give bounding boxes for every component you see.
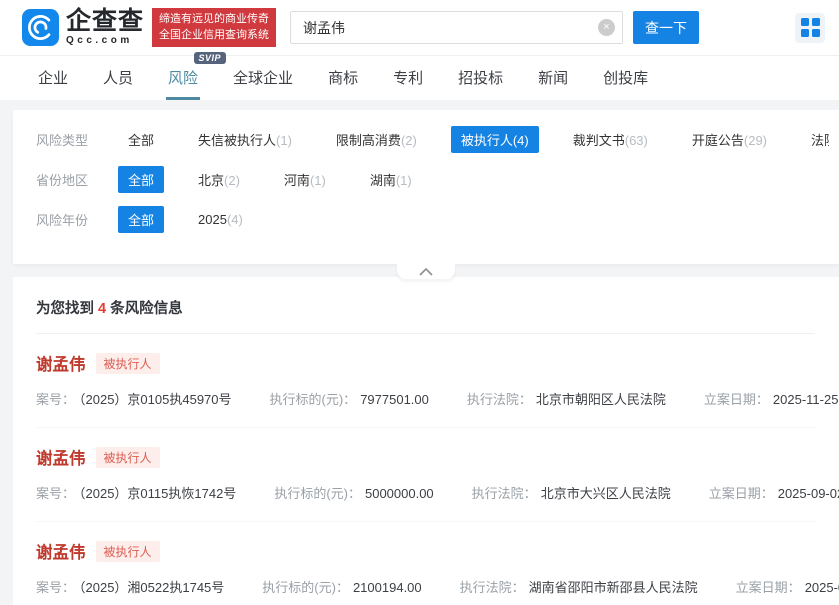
- tab-global-company[interactable]: 全球企业: [231, 57, 295, 100]
- filter-option-court-session[interactable]: 开庭公告(29): [682, 126, 777, 153]
- filter-label: 风险类型: [36, 130, 118, 149]
- execution-court: 湖南省邵阳市新邵县人民法院: [529, 580, 698, 595]
- search-button[interactable]: 查一下: [633, 11, 699, 44]
- qcc-logo-icon: [22, 9, 59, 46]
- filter-option-henan[interactable]: 河南(1): [274, 166, 336, 193]
- filter-option-court-notice[interactable]: 法院公告(6): [801, 126, 829, 153]
- tab-risk[interactable]: 风险 SVIP: [166, 57, 200, 100]
- execution-court: 北京市朝阳区人民法院: [536, 392, 666, 407]
- filter-option-dishonest-executee[interactable]: 失信被执行人(1): [188, 126, 302, 153]
- filter-option-beijing[interactable]: 北京(2): [188, 166, 250, 193]
- filter-row-year: 风险年份 全部 2025(4): [36, 206, 829, 233]
- execution-amount: 5000000.00: [365, 486, 434, 501]
- filter-option-2025[interactable]: 2025(4): [188, 208, 253, 231]
- person-name-link[interactable]: 谢孟伟: [36, 351, 86, 375]
- tab-person[interactable]: 人员: [101, 57, 135, 100]
- filter-panel: 风险类型 全部 失信被执行人(1) 限制高消费(2) 被执行人(4) 裁判文书(…: [13, 110, 839, 264]
- filter-option-hunan[interactable]: 湖南(1): [360, 166, 422, 193]
- results-panel: 为您找到 4 条风险信息 谢孟伟 被执行人 案号：（2025）京0105执459…: [13, 277, 839, 605]
- apps-grid-icon[interactable]: [795, 13, 825, 43]
- case-number: （2025）湘0522执1745号: [79, 580, 224, 595]
- status-badge: 被执行人: [96, 447, 160, 468]
- status-badge: 被执行人: [96, 353, 160, 374]
- execution-amount: 7977501.00: [360, 392, 429, 407]
- tab-trademark[interactable]: 商标: [326, 57, 360, 100]
- filter-option-executee[interactable]: 被执行人(4): [451, 126, 539, 153]
- tab-news[interactable]: 新闻: [536, 57, 570, 100]
- page-body: 风险类型 全部 失信被执行人(1) 限制高消费(2) 被执行人(4) 裁判文书(…: [0, 100, 839, 605]
- execution-court: 北京市大兴区人民法院: [541, 486, 671, 501]
- qcc-logo[interactable]: 企查查 Qcc.com: [22, 9, 144, 46]
- filter-option-all[interactable]: 全部: [118, 206, 164, 233]
- results-summary: 为您找到 4 条风险信息: [36, 297, 815, 334]
- filter-row-risk-type: 风险类型 全部 失信被执行人(1) 限制高消费(2) 被执行人(4) 裁判文书(…: [36, 126, 829, 153]
- brand-slogan: 缔造有远见的商业传奇 全国企业信用查询系统: [152, 8, 276, 48]
- search-input[interactable]: [290, 11, 623, 44]
- filing-date: 2025-09-02: [805, 580, 839, 595]
- logo-domain: Qcc.com: [66, 36, 144, 46]
- top-header: 企查查 Qcc.com 缔造有远见的商业传奇 全国企业信用查询系统 × 查一下: [0, 0, 839, 56]
- status-badge: 被执行人: [96, 541, 160, 562]
- person-name-link[interactable]: 谢孟伟: [36, 445, 86, 469]
- case-number: （2025）京0105执45970号: [79, 392, 232, 407]
- tab-bidding[interactable]: 招投标: [456, 57, 505, 100]
- filter-option-all[interactable]: 全部: [118, 166, 164, 193]
- search-box: ×: [290, 11, 623, 44]
- filter-option-judgment-docs[interactable]: 裁判文书(63): [563, 126, 658, 153]
- execution-amount: 2100194.00: [353, 580, 422, 595]
- filter-option-consumption-limit[interactable]: 限制高消费(2): [326, 126, 427, 153]
- filing-date: 2025-11-25: [773, 392, 839, 407]
- filter-row-province: 省份地区 全部 北京(2) 河南(1) 湖南(1): [36, 166, 829, 193]
- tab-patent[interactable]: 专利: [391, 57, 425, 100]
- person-name-link[interactable]: 谢孟伟: [36, 539, 86, 563]
- main-nav: 企业 人员 风险 SVIP 全球企业 商标 专利 招投标 新闻 创投库: [0, 56, 839, 100]
- result-item: 谢孟伟 被执行人 案号：（2025）京0115执恢1742号 执行标的(元)：5…: [36, 428, 815, 522]
- collapse-filters-button[interactable]: [397, 263, 455, 279]
- filter-label: 风险年份: [36, 210, 118, 229]
- result-count: 4: [98, 301, 106, 317]
- filter-option-all[interactable]: 全部: [118, 126, 164, 153]
- filter-label: 省份地区: [36, 170, 118, 189]
- clear-search-icon[interactable]: ×: [598, 19, 615, 36]
- result-item: 谢孟伟 被执行人 案号：（2025）湘0522执1745号 执行标的(元)：21…: [36, 522, 815, 605]
- svip-badge: SVIP: [194, 52, 227, 64]
- case-number: （2025）京0115执恢1742号: [79, 486, 236, 501]
- chevron-up-icon: [419, 268, 433, 276]
- result-item: 谢孟伟 被执行人 案号：（2025）京0105执45970号 执行标的(元)：7…: [36, 334, 815, 428]
- tab-venture[interactable]: 创投库: [601, 57, 650, 100]
- logo-name: 企查查: [66, 9, 144, 34]
- tab-company[interactable]: 企业: [36, 57, 70, 100]
- filing-date: 2025-09-02: [778, 486, 839, 501]
